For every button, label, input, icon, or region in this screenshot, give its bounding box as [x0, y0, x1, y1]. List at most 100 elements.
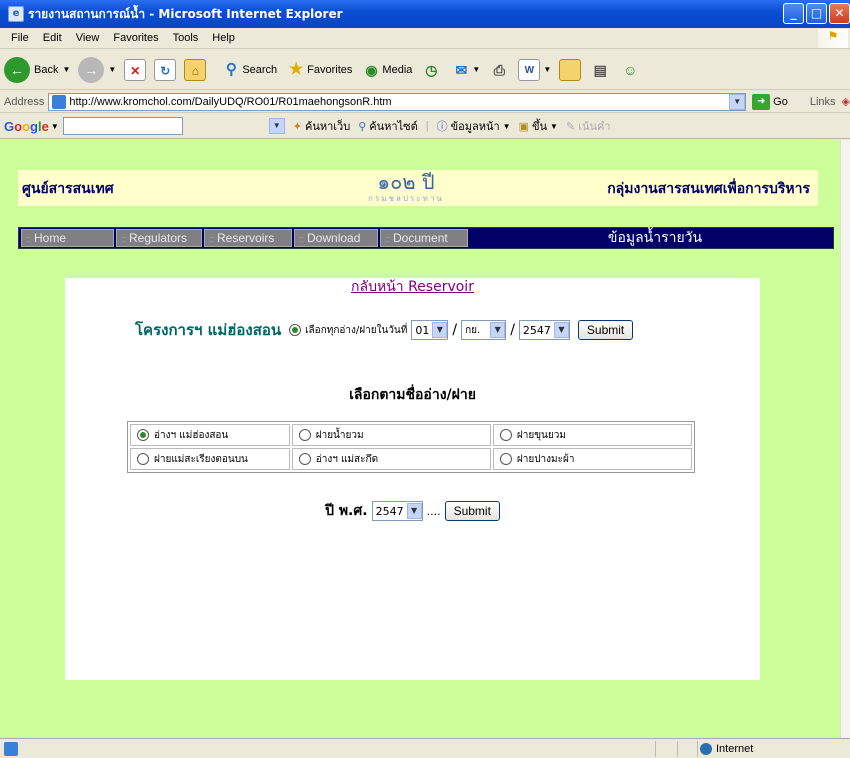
messenger-button[interactable]: ☺ — [619, 59, 641, 81]
nav-bullet-icon: :: — [299, 234, 305, 244]
folder-button[interactable] — [559, 58, 582, 81]
year-label: ปี พ.ศ. — [325, 503, 368, 519]
logo-main-text: ๑๐๒ ปี — [377, 170, 435, 194]
google-logo[interactable]: Google — [0, 119, 49, 134]
refresh-button[interactable]: ↻ — [154, 58, 177, 81]
radio-button[interactable] — [499, 428, 512, 441]
option-maehongson-reservoir[interactable]: อ่างฯ แม่ฮ่องสอน — [130, 424, 290, 446]
daily-water-title: ข้อมูลน้ำรายวัน — [607, 230, 703, 246]
nav-reservoirs[interactable]: :: Reservoirs — [204, 229, 292, 247]
nav-regulators[interactable]: :: Regulators — [116, 229, 202, 247]
radio-button[interactable] — [137, 452, 149, 465]
chevron-down-icon: ▼ — [553, 322, 569, 338]
links-button[interactable]: Links — [810, 96, 836, 108]
option-pang-mapha-weir[interactable]: ฝายปางมะผ้า — [492, 448, 692, 470]
year-select[interactable]: 2547 ▼ — [518, 320, 570, 340]
nav-document[interactable]: :: Document — [380, 229, 468, 247]
mail-button[interactable]: ✉ ▼ — [450, 59, 481, 81]
home-button[interactable]: ⌂ — [184, 58, 207, 81]
banner-left-title: ศูนย์สารสนเทศ — [22, 181, 114, 197]
option-mae-sariang-upper-weir[interactable]: ฝายแม่สะเรียงตอนบน — [130, 448, 290, 470]
nav-home[interactable]: :: Home — [21, 229, 114, 247]
address-input[interactable]: http://www.kromchol.com/DailyUDQ/RO01/R0… — [48, 92, 747, 111]
menu-tools[interactable]: Tools — [166, 32, 206, 44]
radio-button[interactable] — [137, 428, 149, 441]
google-search-web-button[interactable]: ✦ ค้นหาเว็บ — [293, 117, 350, 135]
reservoir-options-table: อ่างฯ แม่ฮ่องสอน ฝายน้ำยวม ฝายขุนยวม ฝาย… — [127, 421, 695, 473]
edit-button[interactable]: W ▼ — [518, 58, 551, 81]
nav-bullet-icon: :: — [121, 234, 127, 244]
research-button[interactable]: ▤ — [589, 59, 611, 81]
back-arrow-icon: ← — [4, 56, 30, 83]
up-label: ขึ้น — [532, 121, 548, 133]
search-site-label: ค้นหาไซต์ — [369, 121, 418, 133]
nav-download[interactable]: :: Download — [294, 229, 378, 247]
media-button[interactable]: ◉ Media — [360, 59, 412, 81]
back-to-reservoir-link[interactable]: กลับหน้า Reservoir — [65, 278, 760, 296]
month-select[interactable]: กย. ▼ — [461, 320, 507, 340]
radio-button[interactable] — [298, 452, 311, 465]
go-button[interactable]: ➜ Go — [752, 93, 788, 110]
back-button[interactable]: ← Back ▼ — [4, 56, 70, 83]
google-highlight-button[interactable]: ✎ เน้นคำ — [566, 117, 611, 135]
history-icon: ◷ — [425, 61, 438, 78]
search-label: Search — [242, 63, 278, 76]
option-mae-sakuet-reservoir[interactable]: อ่างฯ แม่สะกึด — [291, 448, 491, 470]
search-icon: ⚲ — [225, 60, 237, 78]
chevron-down-icon: ▼ — [406, 503, 422, 519]
window-title: รายงานสถานการณ์น้ำ - Microsoft Internet … — [28, 6, 343, 21]
radio-button[interactable] — [499, 452, 512, 465]
buddhist-year-select[interactable]: 2547 ▼ — [371, 501, 423, 521]
menu-file[interactable]: File — [4, 32, 36, 44]
star-icon: ★ — [289, 60, 304, 78]
vertical-scrollbar[interactable] — [840, 140, 850, 738]
forward-button[interactable]: → ▼ — [78, 56, 116, 83]
option-khun-yuam-weir[interactable]: ฝายขุนยวม — [492, 424, 692, 446]
menu-edit[interactable]: Edit — [36, 32, 69, 44]
favorites-label: Favorites — [307, 63, 353, 76]
back-label: Back — [34, 63, 59, 76]
print-icon: ⎙ — [493, 61, 505, 78]
nav-bullet-icon: :: — [209, 234, 215, 244]
page-content: ศูนย์สารสนเทศ ๑๐๒ ปี กรมชลประทาน กลุ่มงา… — [0, 140, 840, 738]
logo-sub-text: กรมชลประทาน — [368, 194, 444, 203]
select-all-label: เลือกทุกอ่าง/ฝายในวันที่ — [305, 324, 408, 336]
back-dropdown-icon[interactable]: ▼ — [62, 65, 70, 74]
page-icon — [52, 94, 67, 109]
close-button[interactable]: ✕ — [829, 3, 850, 24]
favorites-button[interactable]: ★ Favorites — [285, 59, 352, 81]
maximize-button[interactable]: □ — [806, 3, 827, 24]
submit-year-button[interactable]: Submit — [444, 501, 500, 521]
radio-button[interactable] — [298, 428, 311, 441]
anniversary-logo: ๑๐๒ ปี กรมชลประทาน — [351, 170, 461, 204]
chevron-down-icon: ▼ — [432, 322, 448, 338]
google-search-dropdown-icon[interactable]: ▼ — [268, 118, 285, 134]
ie-app-icon: e — [8, 6, 24, 22]
google-search-input[interactable] — [62, 117, 183, 135]
google-toolbar: Google ▼ ▼ ✦ ค้นหาเว็บ ⚲ ค้นหาไซต์ | ⓘ ข… — [0, 114, 850, 139]
links-icon[interactable]: ◈ — [842, 95, 850, 108]
option-nam-yuam-weir[interactable]: ฝายน้ำยวม — [291, 424, 491, 446]
day-select[interactable]: 01 ▼ — [411, 320, 449, 340]
site-nav: :: Home :: Regulators :: Reservoirs :: Downl… — [18, 227, 834, 249]
google-search-site-button[interactable]: ⚲ ค้นหาไซต์ — [358, 117, 418, 135]
address-url: http://www.kromchol.com/DailyUDQ/RO01/R0… — [69, 95, 392, 108]
stop-button[interactable]: ✕ — [124, 58, 147, 81]
menu-view[interactable]: View — [69, 32, 107, 44]
minimize-button[interactable]: _ — [783, 3, 804, 24]
search-button[interactable]: ⚲ Search — [220, 59, 277, 81]
submit-date-button[interactable]: Submit — [577, 320, 634, 340]
forward-dropdown-icon[interactable]: ▼ — [108, 65, 116, 74]
search-web-label: ค้นหาเว็บ — [304, 121, 351, 133]
menu-favorites[interactable]: Favorites — [106, 32, 165, 44]
address-dropdown-icon[interactable]: ▼ — [729, 93, 746, 110]
search-web-icon: ✦ — [292, 120, 302, 133]
history-button[interactable]: ◷ — [420, 59, 442, 81]
stop-icon: ✕ — [124, 58, 147, 81]
google-page-info-button[interactable]: ⓘ ข้อมูลหน้า ▼ — [437, 117, 511, 135]
select-all-radio[interactable] — [289, 324, 302, 336]
google-dropdown-icon[interactable]: ▼ — [51, 122, 59, 131]
print-button[interactable]: ⎙ — [488, 59, 510, 81]
google-up-button[interactable]: ▣ ขึ้น ▼ — [519, 117, 558, 135]
menu-help[interactable]: Help — [205, 32, 242, 44]
